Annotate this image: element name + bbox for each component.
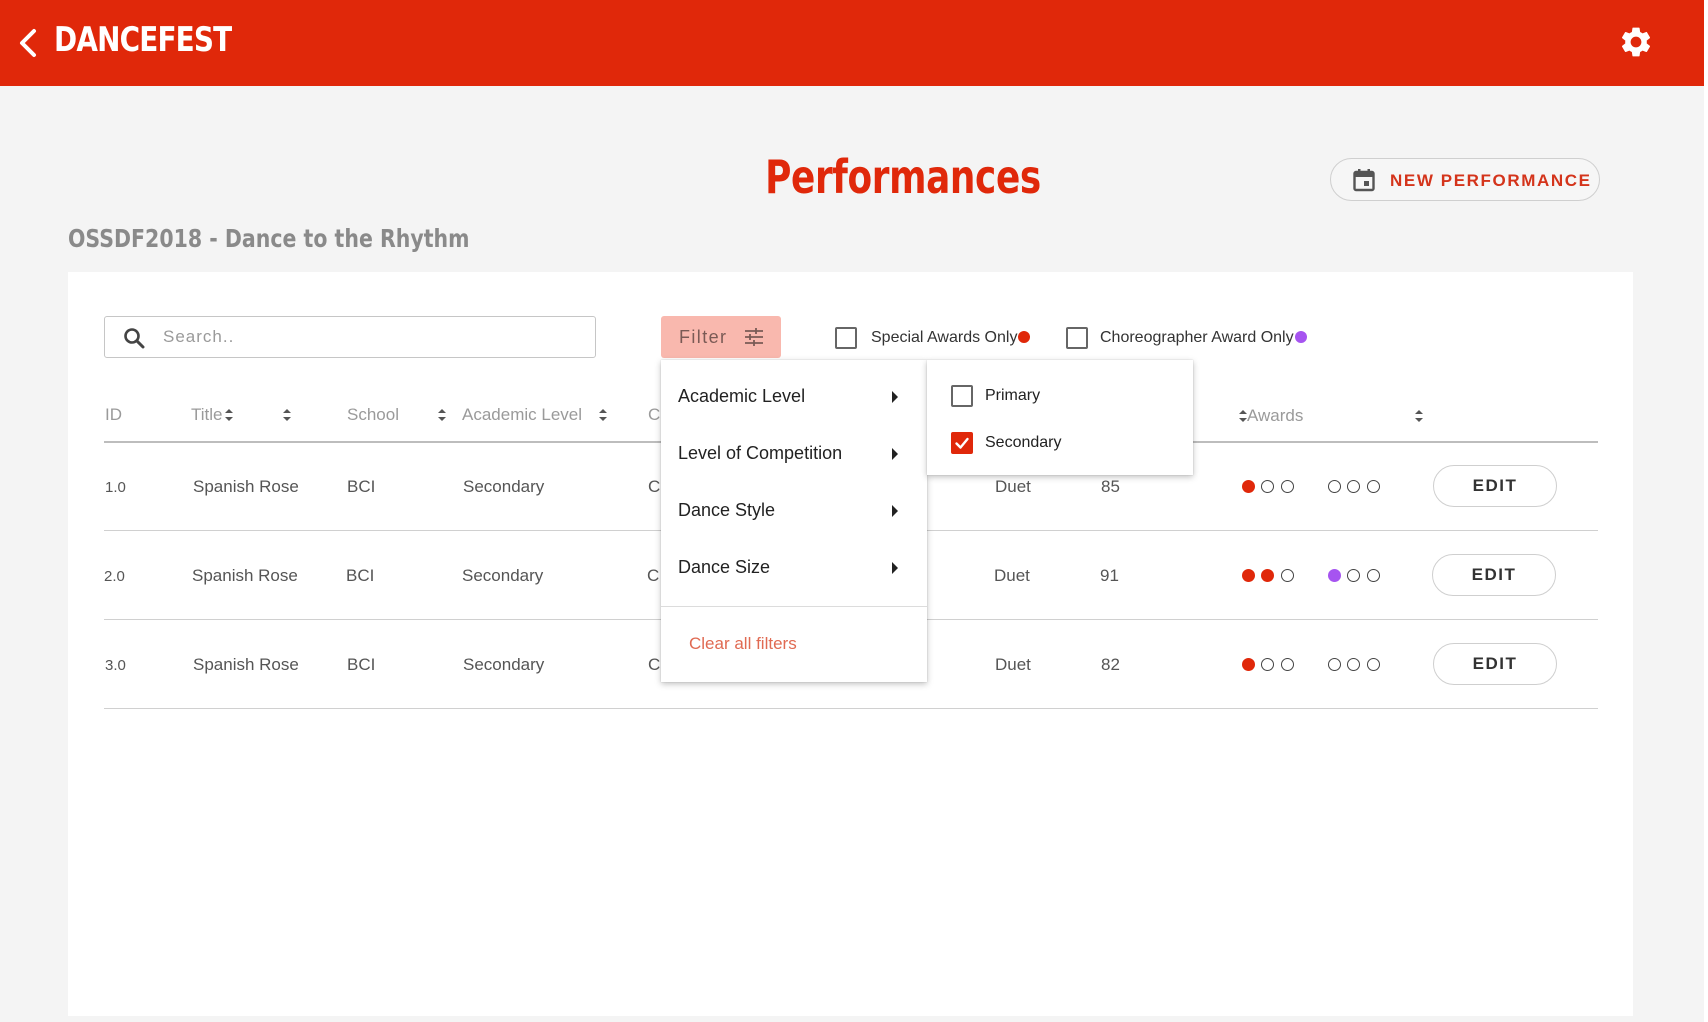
filter-button[interactable]: Filter: [661, 316, 781, 358]
check-icon: [955, 437, 969, 449]
cell-score: 91: [1100, 566, 1119, 585]
special-awards-label: Special Awards Only: [871, 329, 1018, 346]
special-award-indicator: [1281, 569, 1294, 582]
column-header-title[interactable]: Title: [191, 405, 223, 425]
menu-item-label: Level of Competition: [678, 443, 843, 463]
menu-item-label: Dance Size: [678, 557, 771, 577]
choreo-award-indicator: [1367, 569, 1380, 582]
filter-menu-item-academic-level[interactable]: Academic Level: [661, 370, 927, 424]
choreo-award-indicator: [1347, 480, 1360, 493]
special-award-indicator: [1281, 480, 1294, 493]
cell-id: 3.0: [105, 657, 126, 674]
cell-title: Spanish Rose: [193, 655, 299, 674]
choreographer-award-checkbox[interactable]: [1066, 327, 1088, 349]
special-awards-checkbox[interactable]: [835, 327, 857, 349]
column-header-competition[interactable]: C: [648, 405, 660, 425]
cell-competition: C: [648, 477, 661, 496]
choreo-award-indicator: [1328, 658, 1341, 671]
cell-size: Duet: [995, 655, 1031, 674]
column-header-academic-level[interactable]: Academic Level: [462, 405, 582, 425]
choreo-award-indicator: [1367, 658, 1380, 671]
sort-icon[interactable]: [1414, 409, 1424, 423]
cell-title: Spanish Rose: [192, 566, 298, 585]
new-performance-button[interactable]: NEW PERFORMANCE: [1330, 158, 1600, 201]
edit-button[interactable]: EDIT: [1433, 643, 1557, 685]
cell-school: BCI: [347, 655, 376, 674]
primary-option-label: Primary: [985, 387, 1041, 404]
special-award-indicator: [1261, 658, 1274, 671]
filter-menu: Academic Level Level of Competition Danc…: [661, 360, 927, 682]
choreo-award-indicator: [1328, 480, 1341, 493]
new-performance-label: NEW PERFORMANCE: [1390, 171, 1592, 190]
sort-icon[interactable]: [224, 408, 234, 422]
cell-school: BCI: [347, 477, 376, 496]
settings-button[interactable]: [1618, 24, 1654, 60]
search-box[interactable]: [104, 316, 596, 358]
app-bar: DANCEFEST: [0, 0, 1704, 86]
cell-score: 82: [1101, 655, 1120, 674]
caret-right-icon: [892, 562, 898, 574]
caret-right-icon: [892, 391, 898, 403]
row-divider: [104, 708, 1598, 709]
back-button[interactable]: [14, 26, 42, 60]
filter-menu-item-level-of-competition[interactable]: Level of Competition: [661, 427, 927, 481]
column-header-awards[interactable]: Awards: [1247, 406, 1303, 426]
edit-button[interactable]: EDIT: [1433, 465, 1557, 507]
edit-button[interactable]: EDIT: [1432, 554, 1556, 596]
caret-right-icon: [892, 448, 898, 460]
cell-id: 2.0: [104, 568, 125, 585]
choreo-award-indicator: [1367, 480, 1380, 493]
special-award-indicator: [1261, 480, 1274, 493]
column-header-id[interactable]: ID: [105, 405, 122, 425]
sort-icon[interactable]: [437, 408, 447, 422]
menu-item-label: Academic Level: [678, 386, 806, 406]
special-award-indicator: [1281, 658, 1294, 671]
cell-academic-level: Secondary: [462, 566, 544, 585]
special-award-indicator: [1242, 658, 1255, 671]
academic-level-submenu: Primary Secondary: [927, 360, 1193, 475]
search-input[interactable]: [163, 325, 563, 349]
cell-size: Duet: [995, 477, 1031, 496]
special-award-indicator: [1242, 569, 1255, 582]
secondary-option-label: Secondary: [985, 434, 1062, 451]
event-name: OSSDF2018 - Dance to the Rhythm: [68, 224, 470, 253]
secondary-checkbox[interactable]: [951, 432, 973, 454]
calendar-icon: [1353, 169, 1375, 192]
filter-menu-item-dance-size[interactable]: Dance Size: [661, 541, 927, 595]
choreographer-award-dot: [1295, 331, 1307, 343]
cell-id: 1.0: [105, 479, 126, 496]
clear-all-filters-link[interactable]: Clear all filters: [689, 634, 797, 654]
column-header-school[interactable]: School: [347, 405, 399, 425]
app-title: DANCEFEST: [54, 20, 232, 60]
filter-label: Filter: [679, 327, 728, 347]
sort-icon[interactable]: [598, 408, 608, 422]
chevron-left-icon: [20, 29, 36, 57]
cell-school: BCI: [346, 566, 375, 585]
cell-competition: C: [648, 655, 661, 674]
cell-academic-level: Secondary: [463, 655, 545, 674]
sort-icon[interactable]: [282, 408, 292, 422]
primary-checkbox[interactable]: [951, 385, 973, 407]
cell-title: Spanish Rose: [193, 477, 299, 496]
filter-menu-item-dance-style[interactable]: Dance Style: [661, 484, 927, 538]
gear-icon: [1621, 27, 1651, 57]
choreo-award-indicator: [1328, 569, 1341, 582]
search-icon: [124, 328, 145, 349]
caret-right-icon: [892, 505, 898, 517]
choreo-award-indicator: [1347, 658, 1360, 671]
sliders-icon: [745, 328, 763, 346]
cell-score: 85: [1101, 477, 1120, 496]
special-award-indicator: [1242, 480, 1255, 493]
special-award-dot: [1018, 331, 1030, 343]
cell-competition: C: [647, 566, 660, 585]
choreo-award-indicator: [1347, 569, 1360, 582]
cell-academic-level: Secondary: [463, 477, 545, 496]
special-award-indicator: [1261, 569, 1274, 582]
menu-divider: [661, 606, 927, 607]
cell-size: Duet: [994, 566, 1030, 585]
menu-item-label: Dance Style: [678, 500, 776, 520]
choreographer-award-label: Choreographer Award Only: [1100, 329, 1294, 346]
